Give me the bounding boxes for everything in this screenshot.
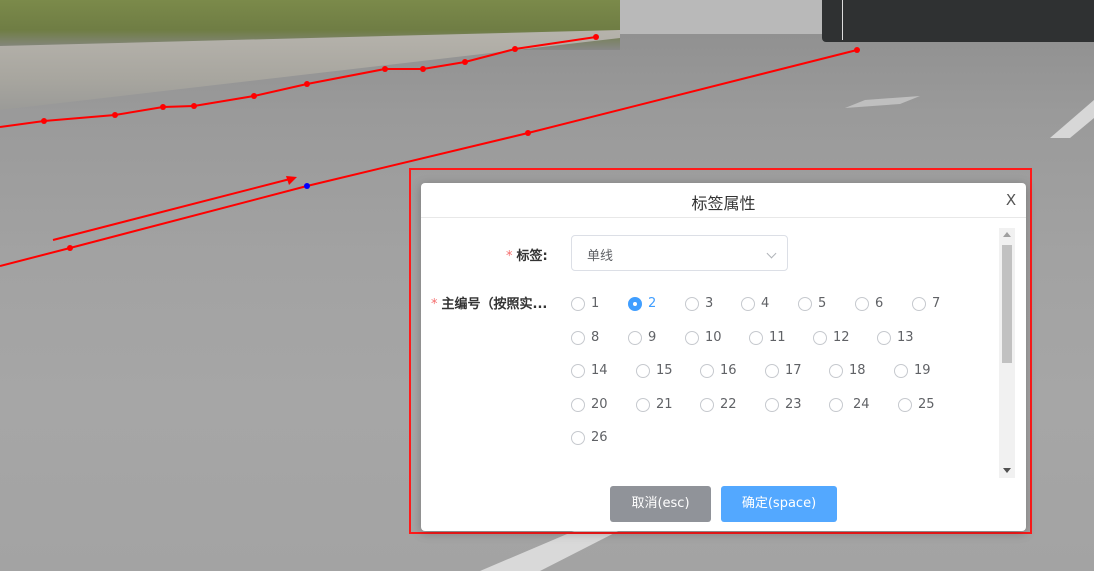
chevron-down-icon	[766, 248, 777, 259]
direction-arrow-head	[286, 176, 297, 185]
radio-circle	[685, 297, 699, 311]
polyline-point	[462, 59, 468, 65]
radio-circle	[741, 297, 755, 311]
radio-circle	[898, 398, 912, 412]
polyline-point	[112, 112, 118, 118]
radio-circle	[877, 331, 891, 345]
polyline-point	[420, 66, 426, 72]
polyline-point	[191, 103, 197, 109]
radio-circle	[829, 364, 843, 378]
dialog-header: 标签属性 X	[421, 183, 1026, 218]
radio-circle	[685, 331, 699, 345]
radio-circle	[855, 297, 869, 311]
label-attributes-dialog: 标签属性 X * 标签: 单线 * 主编号（按照实... 1 2 3 4 5 6 7…	[421, 183, 1026, 531]
dialog-scrollbar[interactable]	[999, 228, 1015, 478]
radio-circle	[765, 364, 779, 378]
radio-circle	[636, 364, 650, 378]
radio-circle	[813, 331, 827, 345]
polyline-point	[251, 93, 257, 99]
scroll-up-arrow-icon[interactable]	[1003, 232, 1011, 237]
radio-circle	[749, 331, 763, 345]
radio-circle	[700, 398, 714, 412]
polyline-point	[67, 245, 73, 251]
polyline-point	[160, 104, 166, 110]
main-number-field-label: * 主编号（按照实...	[431, 297, 548, 312]
radio-circle	[700, 364, 714, 378]
radio-circle	[894, 364, 908, 378]
polyline-point	[41, 118, 47, 124]
required-asterisk: *	[506, 249, 513, 264]
radio-circle	[571, 431, 585, 445]
polyline-point	[304, 81, 310, 87]
dialog-title: 标签属性	[691, 194, 756, 213]
confirm-button[interactable]: 确定(space)	[721, 486, 837, 522]
polyline-point	[382, 66, 388, 72]
polyline-point	[593, 34, 599, 40]
close-icon[interactable]: X	[1004, 191, 1018, 209]
label-select[interactable]: 单线	[571, 235, 788, 271]
required-asterisk: *	[431, 297, 438, 312]
radio-circle	[636, 398, 650, 412]
selected-point	[304, 183, 310, 189]
radio-circle	[912, 297, 926, 311]
direction-arrow	[52, 178, 291, 241]
radio-circle	[798, 297, 812, 311]
label-select-value: 单线	[587, 249, 614, 264]
radio-circle	[571, 331, 585, 345]
scrollbar-thumb[interactable]	[1002, 245, 1012, 363]
polyline-point	[525, 130, 531, 136]
label-field-label: * 标签:	[506, 249, 548, 264]
scroll-down-arrow-icon[interactable]	[1003, 468, 1011, 473]
radio-circle	[628, 331, 642, 345]
radio-circle	[571, 398, 585, 412]
cancel-button[interactable]: 取消(esc)	[610, 486, 711, 522]
radio-circle	[765, 398, 779, 412]
radio-circle	[829, 398, 843, 412]
polyline-point	[854, 47, 860, 53]
radio-circle	[571, 297, 585, 311]
radio-circle	[628, 297, 642, 311]
lane-polyline-curb	[0, 36, 597, 128]
polyline-point	[512, 46, 518, 52]
radio-circle	[571, 364, 585, 378]
dialog-body[interactable]: * 标签: 单线 * 主编号（按照实... 1 2 3 4 5 6 7 8 9 10…	[421, 228, 1001, 478]
